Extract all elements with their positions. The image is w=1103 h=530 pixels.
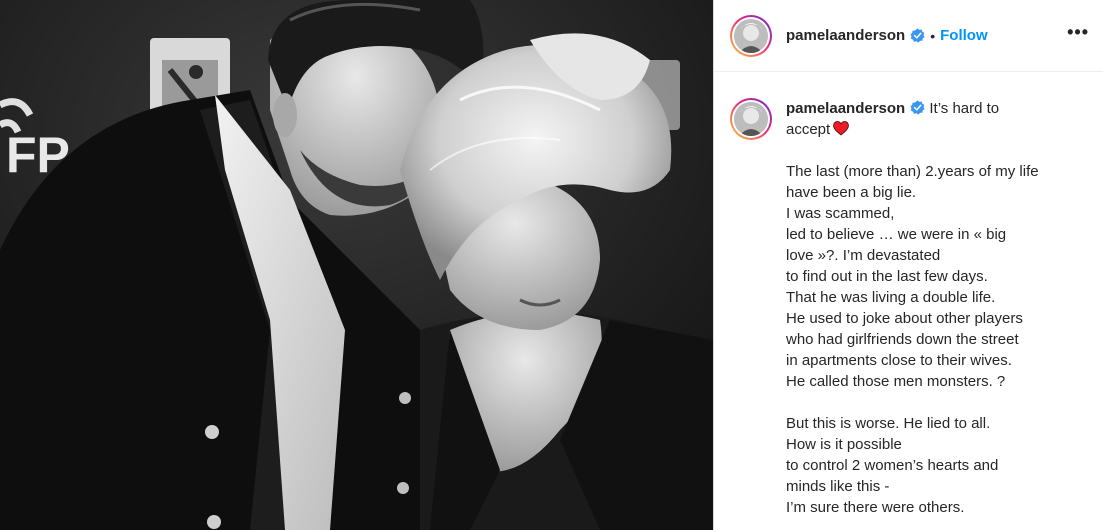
caption-line: who had girlfriends down the street bbox=[786, 331, 1019, 348]
avatar-image bbox=[734, 18, 768, 53]
caption-avatar[interactable] bbox=[730, 98, 772, 140]
caption-line: led to believe … we were in « big bbox=[786, 226, 1007, 243]
caption-line: in apartments close to their wives. bbox=[786, 352, 1012, 369]
caption-line: He used to joke about other players bbox=[786, 310, 1023, 327]
post-sidebar: pamelaanderson • Follow ••• pamelaanders… bbox=[713, 0, 1103, 530]
caption-second-line: accept bbox=[786, 121, 831, 138]
photo-illustration: FP bbox=[0, 0, 713, 530]
caption: pamelaanderson It’s hard to accept The l… bbox=[714, 72, 1103, 518]
caption-avatar-image bbox=[734, 102, 768, 136]
caption-line: That he was living a double life. bbox=[786, 289, 996, 306]
caption-line: How is it possible bbox=[786, 436, 902, 453]
caption-verified-badge-icon bbox=[910, 100, 925, 115]
caption-text: pamelaanderson It’s hard to accept The l… bbox=[786, 98, 1076, 518]
more-options-icon[interactable]: ••• bbox=[1067, 23, 1089, 45]
separator-dot: • bbox=[930, 27, 936, 44]
caption-line: The last (more than) 2.years of my life bbox=[786, 163, 1039, 180]
caption-line: minds like this - bbox=[786, 478, 890, 495]
post-header: pamelaanderson • Follow ••• bbox=[714, 0, 1103, 72]
caption-line: I was scammed, bbox=[786, 205, 895, 222]
caption-line: He called those men monsters. ? bbox=[786, 373, 1006, 390]
caption-first-line: It’s hard to bbox=[929, 100, 1000, 117]
caption-line: have been a big lie. bbox=[786, 184, 917, 201]
caption-line: love »?. I’m devastated bbox=[786, 247, 941, 264]
caption-paragraph-1: The last (more than) 2.years of my life h… bbox=[786, 161, 1076, 392]
header-username[interactable]: pamelaanderson bbox=[786, 27, 905, 44]
heart-icon bbox=[833, 121, 850, 136]
verified-badge-icon bbox=[910, 28, 925, 43]
follow-button[interactable]: Follow bbox=[940, 27, 988, 44]
avatar[interactable] bbox=[730, 14, 772, 57]
caption-username[interactable]: pamelaanderson bbox=[786, 100, 905, 117]
caption-paragraph-2: But this is worse. He lied to all. How is… bbox=[786, 413, 1076, 518]
caption-line: But this is worse. He lied to all. bbox=[786, 415, 991, 432]
caption-line: I’m sure there were others. bbox=[786, 499, 965, 516]
post-photo[interactable]: FP bbox=[0, 0, 713, 530]
instagram-post: FP pamelaanderson • Follow ••• pamelaand… bbox=[0, 0, 1103, 530]
caption-line: to control 2 women’s hearts and bbox=[786, 457, 999, 474]
caption-line: to find out in the last few days. bbox=[786, 268, 988, 285]
